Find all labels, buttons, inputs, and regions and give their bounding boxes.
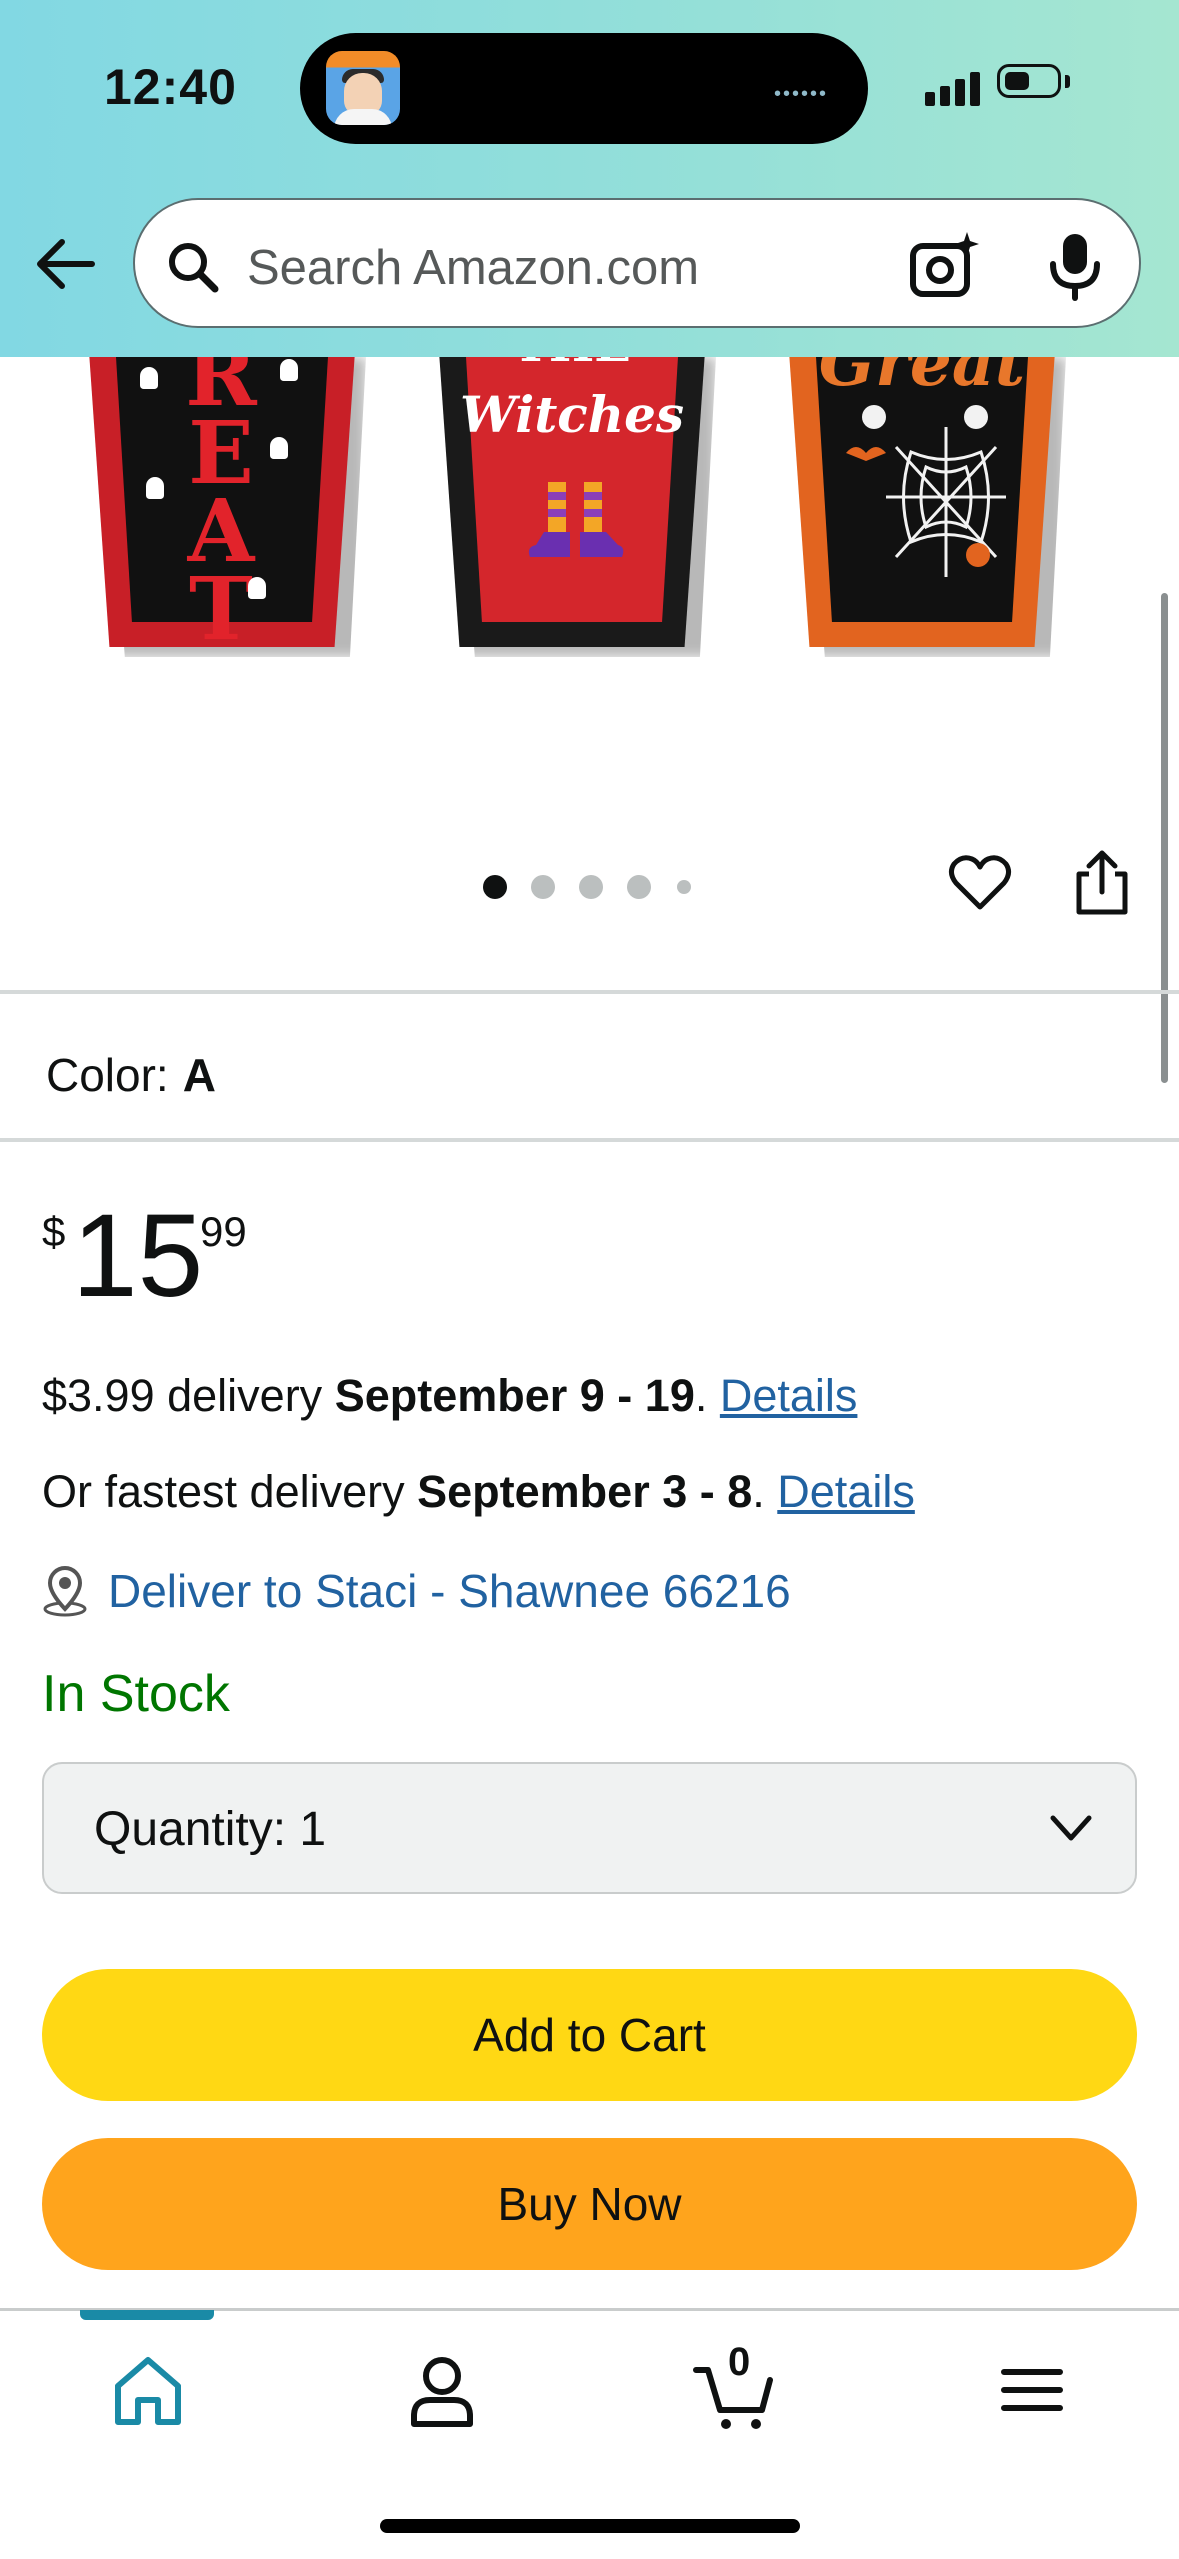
share-icon[interactable] — [1071, 848, 1133, 918]
system-home-indicator[interactable] — [380, 2519, 800, 2533]
status-time: 12:40 — [104, 59, 237, 115]
color-selector[interactable]: Color: A — [46, 1048, 216, 1102]
pagination-dot[interactable] — [531, 875, 555, 899]
quantity-dropdown[interactable]: Quantity: 1 — [42, 1762, 1137, 1894]
search-bar[interactable]: Search Amazon.com — [133, 198, 1141, 328]
search-input[interactable]: Search Amazon.com — [247, 240, 699, 296]
menu-icon[interactable] — [990, 2348, 1074, 2432]
pagination-dot[interactable] — [677, 880, 691, 894]
cart-count-badge: 0 — [728, 2340, 751, 2384]
delivery-separator: . — [694, 1370, 720, 1421]
audio-wave-icon: •••••• — [774, 83, 829, 105]
section-divider — [0, 1138, 1179, 1142]
delivery-prefix: $3.99 delivery — [42, 1370, 335, 1421]
image-pagination-dots[interactable] — [483, 875, 703, 901]
battery-icon — [997, 64, 1061, 98]
delivery-details-link[interactable]: Details — [720, 1370, 858, 1421]
chevron-down-icon — [1050, 1815, 1092, 1841]
home-icon[interactable] — [106, 2348, 190, 2432]
color-label: Color: — [46, 1049, 169, 1101]
delivery-dates: September 9 - 19 — [334, 1370, 695, 1421]
buy-now-button[interactable]: Buy Now — [42, 2138, 1137, 2270]
account-icon[interactable] — [400, 2348, 484, 2432]
price-currency: $ — [42, 1208, 66, 1255]
add-to-cart-button[interactable]: Add to Cart — [42, 1969, 1137, 2101]
product-image-sign-great: Great — [788, 357, 1056, 647]
delivery-info: $3.99 delivery September 9 - 19. Details — [42, 1370, 857, 1422]
quantity-label: Quantity: 1 — [94, 1803, 327, 1856]
deliver-to-address-link[interactable]: Deliver to Staci - Shawnee 66216 — [108, 1564, 791, 1618]
witch-boots-icon — [528, 482, 624, 557]
now-playing-thumbnail[interactable] — [326, 51, 400, 125]
cellular-signal-icon — [925, 70, 981, 106]
active-tab-indicator — [80, 2310, 214, 2320]
location-pin-icon — [43, 1566, 87, 1617]
pagination-dot[interactable] — [627, 875, 651, 899]
fastest-dates: September 3 - 8 — [417, 1466, 753, 1517]
product-image-sign-witches: THE Witches — [438, 357, 706, 647]
fastest-prefix: Or fastest delivery — [42, 1466, 418, 1517]
price-fraction: 99 — [200, 1208, 247, 1255]
color-value: A — [182, 1049, 216, 1101]
battery-cap — [1065, 75, 1070, 88]
page-scrollbar[interactable] — [1161, 593, 1168, 1083]
fastest-separator: . — [752, 1466, 778, 1517]
thumbnail-shirt — [334, 109, 392, 125]
fastest-delivery-info: Or fastest delivery September 3 - 8. Det… — [42, 1466, 915, 1518]
microphone-icon[interactable] — [1037, 228, 1113, 304]
search-icon — [169, 243, 219, 293]
section-divider — [0, 990, 1179, 994]
spider-web-icon — [846, 405, 1006, 577]
price-whole: 15 — [72, 1190, 204, 1322]
pagination-dot[interactable] — [579, 875, 603, 899]
heart-icon[interactable] — [948, 851, 1012, 915]
back-arrow-icon[interactable] — [30, 228, 102, 300]
camera-lens-icon[interactable] — [907, 228, 983, 304]
pagination-dot-active[interactable] — [483, 875, 507, 899]
product-image-sign-treat: REAT — [88, 357, 356, 653]
stock-status: In Stock — [42, 1665, 230, 1723]
dynamic-island: •••••• — [300, 33, 868, 144]
fastest-details-link[interactable]: Details — [777, 1466, 915, 1517]
